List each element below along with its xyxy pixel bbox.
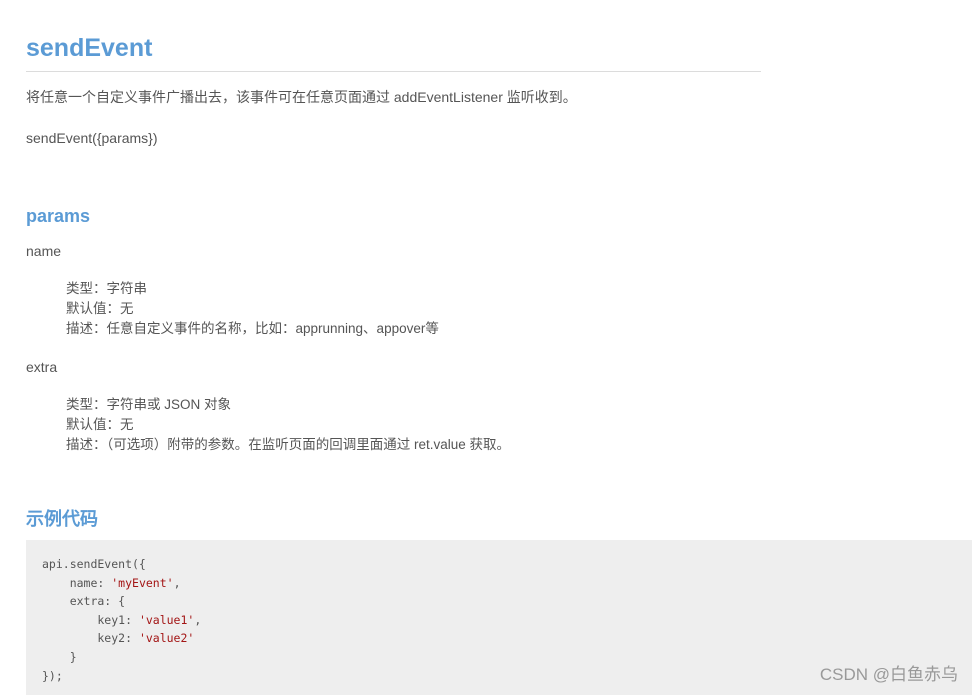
param-name: name xyxy=(26,243,62,259)
param-type: 类型：字符串 xyxy=(66,281,147,296)
param-details: 类型：字符串或 JSON 对象 默认值：无 描述：（可选项）附带的参数。在监听页… xyxy=(66,395,510,455)
param-default: 默认值：无 xyxy=(66,417,134,432)
param-type: 类型：字符串或 JSON 对象 xyxy=(66,397,232,412)
title-divider xyxy=(26,71,761,72)
code-punct: , xyxy=(194,612,202,627)
csdn-watermark: CSDN @白鱼赤乌 xyxy=(819,665,958,684)
param-name: extra xyxy=(26,359,58,375)
code-line: }); xyxy=(42,668,63,683)
code-key: name: xyxy=(42,575,112,590)
code-string: 'value1' xyxy=(138,612,195,627)
code-line: extra: { xyxy=(42,594,126,609)
code-line: api.sendEvent({ xyxy=(42,557,146,571)
code-punct: , xyxy=(173,575,181,590)
page-title: sendEvent xyxy=(26,34,153,62)
description-text: 将任意一个自定义事件广播出去，该事件可在任意页面通过 addEventListe… xyxy=(26,89,577,105)
code-line: } xyxy=(42,649,77,664)
code-key: key2: xyxy=(42,631,139,646)
example-heading: 示例代码 xyxy=(26,509,98,529)
code-string: 'myEvent' xyxy=(111,575,174,590)
code-text[interactable]: api.sendEvent({ name: 'myEvent', extra: … xyxy=(42,555,201,685)
doc-page: sendEvent 将任意一个自定义事件广播出去，该事件可在任意页面通过 add… xyxy=(0,0,972,695)
method-signature: sendEvent({params}) xyxy=(26,130,158,146)
code-key: key1: xyxy=(42,612,139,627)
param-details: 类型：字符串 默认值：无 描述：任意自定义事件的名称，比如：apprunning… xyxy=(66,279,439,339)
param-description: 描述：任意自定义事件的名称，比如：apprunning、appover等 xyxy=(66,321,439,336)
code-string: 'value2' xyxy=(138,631,195,646)
params-heading: params xyxy=(26,206,91,226)
param-description: 描述：（可选项）附带的参数。在监听页面的回调里面通过 ret.value 获取。 xyxy=(66,437,511,452)
param-default: 默认值：无 xyxy=(66,301,134,316)
